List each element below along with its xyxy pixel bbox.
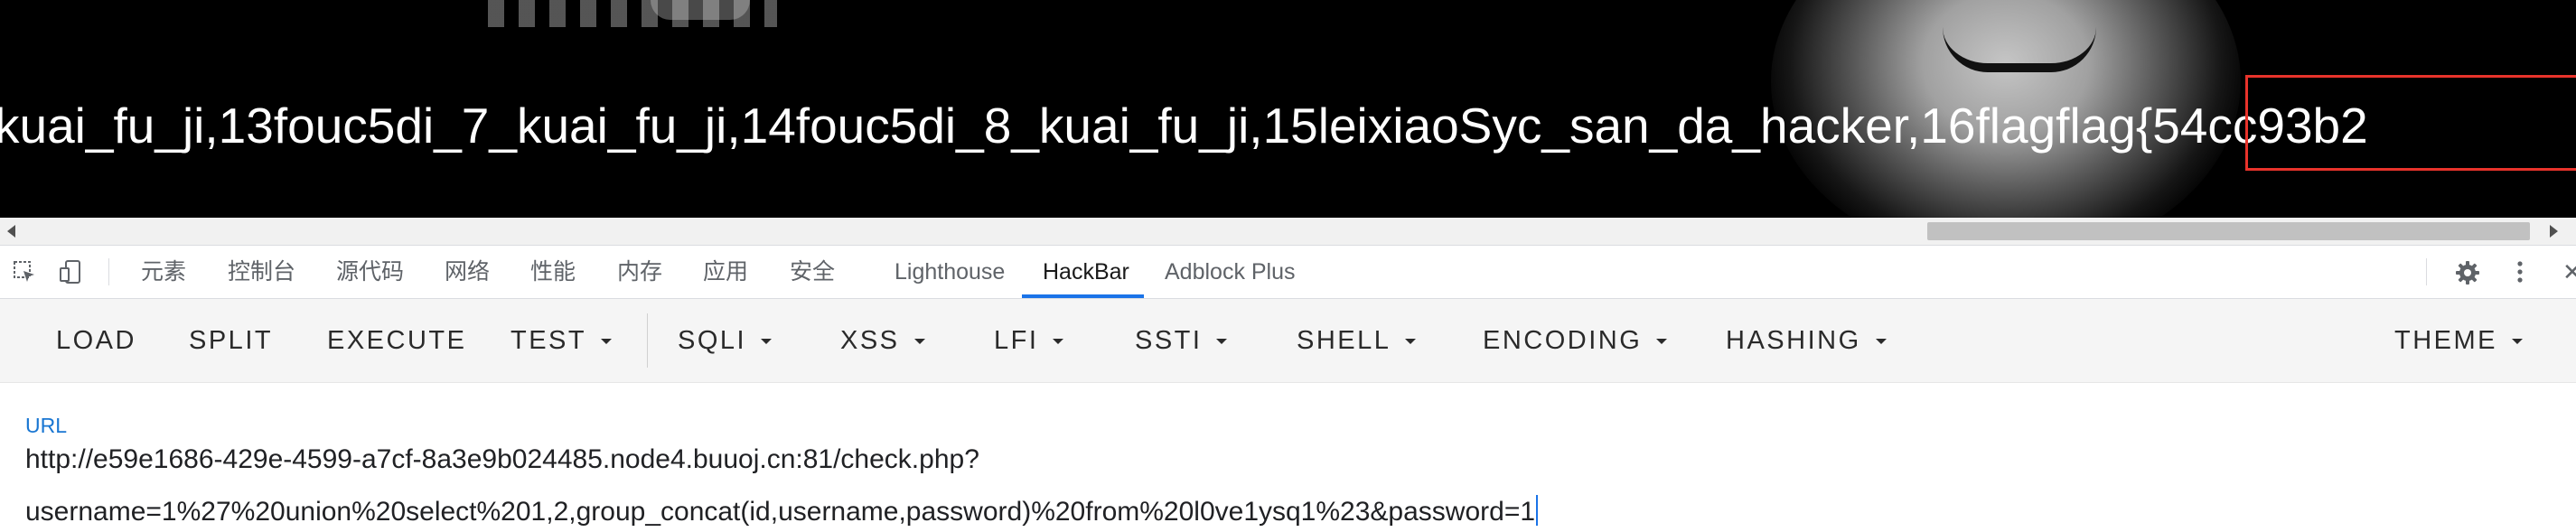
- more-options-icon[interactable]: [2508, 260, 2532, 284]
- scrollbar-thumb[interactable]: [1927, 222, 2530, 240]
- background-art-detail: [651, 0, 750, 20]
- scroll-right-arrow-icon[interactable]: [2550, 225, 2558, 238]
- tab-network[interactable]: 网络: [445, 246, 490, 298]
- ssti-dropdown-button[interactable]: SSTI: [1135, 299, 1228, 383]
- mask-mouth: [1943, 27, 2096, 72]
- close-devtools-icon[interactable]: ✕: [2562, 260, 2576, 284]
- hashing-dropdown-button[interactable]: HASHING: [1726, 299, 1887, 383]
- tab-elements[interactable]: 元素: [141, 246, 186, 298]
- tab-hackbar[interactable]: HackBar: [1043, 246, 1129, 298]
- inspect-element-icon[interactable]: [13, 260, 36, 284]
- test-dropdown-button[interactable]: TEST: [511, 299, 613, 383]
- chevron-down-icon: [1875, 339, 1887, 345]
- execute-button[interactable]: EXECUTE: [327, 299, 466, 383]
- tab-adblock-plus[interactable]: Adblock Plus: [1165, 246, 1296, 298]
- url-label: URL: [25, 414, 68, 437]
- encoding-dropdown-button[interactable]: ENCODING: [1483, 299, 1668, 383]
- xss-dropdown-button[interactable]: XSS: [840, 299, 925, 383]
- chevron-down-icon: [601, 339, 613, 345]
- toolbar-separator: [108, 258, 109, 285]
- hackbar-divider: [647, 313, 648, 368]
- devtools-tab-bar: 元素 控制台 源代码 网络 性能 内存 应用 安全 Lighthouse Hac…: [0, 245, 2576, 299]
- chevron-down-icon: [1405, 339, 1417, 345]
- tab-lighthouse[interactable]: Lighthouse: [895, 246, 1005, 298]
- tab-console[interactable]: 控制台: [228, 246, 295, 298]
- page-viewport: kuai_fu_ji,13fouc5di_7_kuai_fu_ji,14fouc…: [0, 0, 2576, 218]
- horizontal-scrollbar[interactable]: [0, 218, 2576, 245]
- tab-application[interactable]: 应用: [703, 246, 748, 298]
- query-result-text: kuai_fu_ji,13fouc5di_7_kuai_fu_ji,14fouc…: [0, 98, 2368, 154]
- scroll-left-arrow-icon[interactable]: [7, 225, 15, 238]
- settings-gear-icon[interactable]: [2455, 260, 2479, 285]
- chevron-down-icon: [2512, 339, 2523, 345]
- tab-security[interactable]: 安全: [790, 246, 835, 298]
- load-button[interactable]: LOAD: [56, 299, 136, 383]
- sqli-dropdown-button[interactable]: SQLI: [678, 299, 773, 383]
- flag-highlight-box: [2245, 75, 2576, 171]
- split-button[interactable]: SPLIT: [189, 299, 273, 383]
- hackbar-toolbar: LOAD SPLIT EXECUTE TEST SQLI XSS LFI SST…: [0, 299, 2576, 383]
- toolbar-separator-right: [2426, 258, 2427, 285]
- active-tab-indicator: [1022, 294, 1144, 298]
- url-field[interactable]: URL http://e59e1686-429e-4599-a7cf-8a3e9…: [0, 383, 2576, 532]
- tab-performance[interactable]: 性能: [530, 246, 576, 298]
- chevron-down-icon: [1216, 339, 1228, 345]
- chevron-down-icon: [913, 339, 925, 345]
- chevron-down-icon: [1656, 339, 1668, 345]
- url-text-line-1[interactable]: http://e59e1686-429e-4599-a7cf-8a3e9b024…: [25, 444, 979, 475]
- tab-memory[interactable]: 内存: [617, 246, 662, 298]
- url-text-line-2[interactable]: username=1%27%20union%20select%201,2,gro…: [25, 495, 1539, 527]
- chevron-down-icon: [761, 339, 773, 345]
- device-toolbar-icon[interactable]: [60, 260, 83, 284]
- lfi-dropdown-button[interactable]: LFI: [994, 299, 1064, 383]
- shell-dropdown-button[interactable]: SHELL: [1297, 299, 1417, 383]
- tab-sources[interactable]: 源代码: [336, 246, 404, 298]
- chevron-down-icon: [1053, 339, 1064, 345]
- theme-dropdown-button[interactable]: THEME: [2394, 299, 2523, 383]
- text-cursor: [1536, 495, 1539, 526]
